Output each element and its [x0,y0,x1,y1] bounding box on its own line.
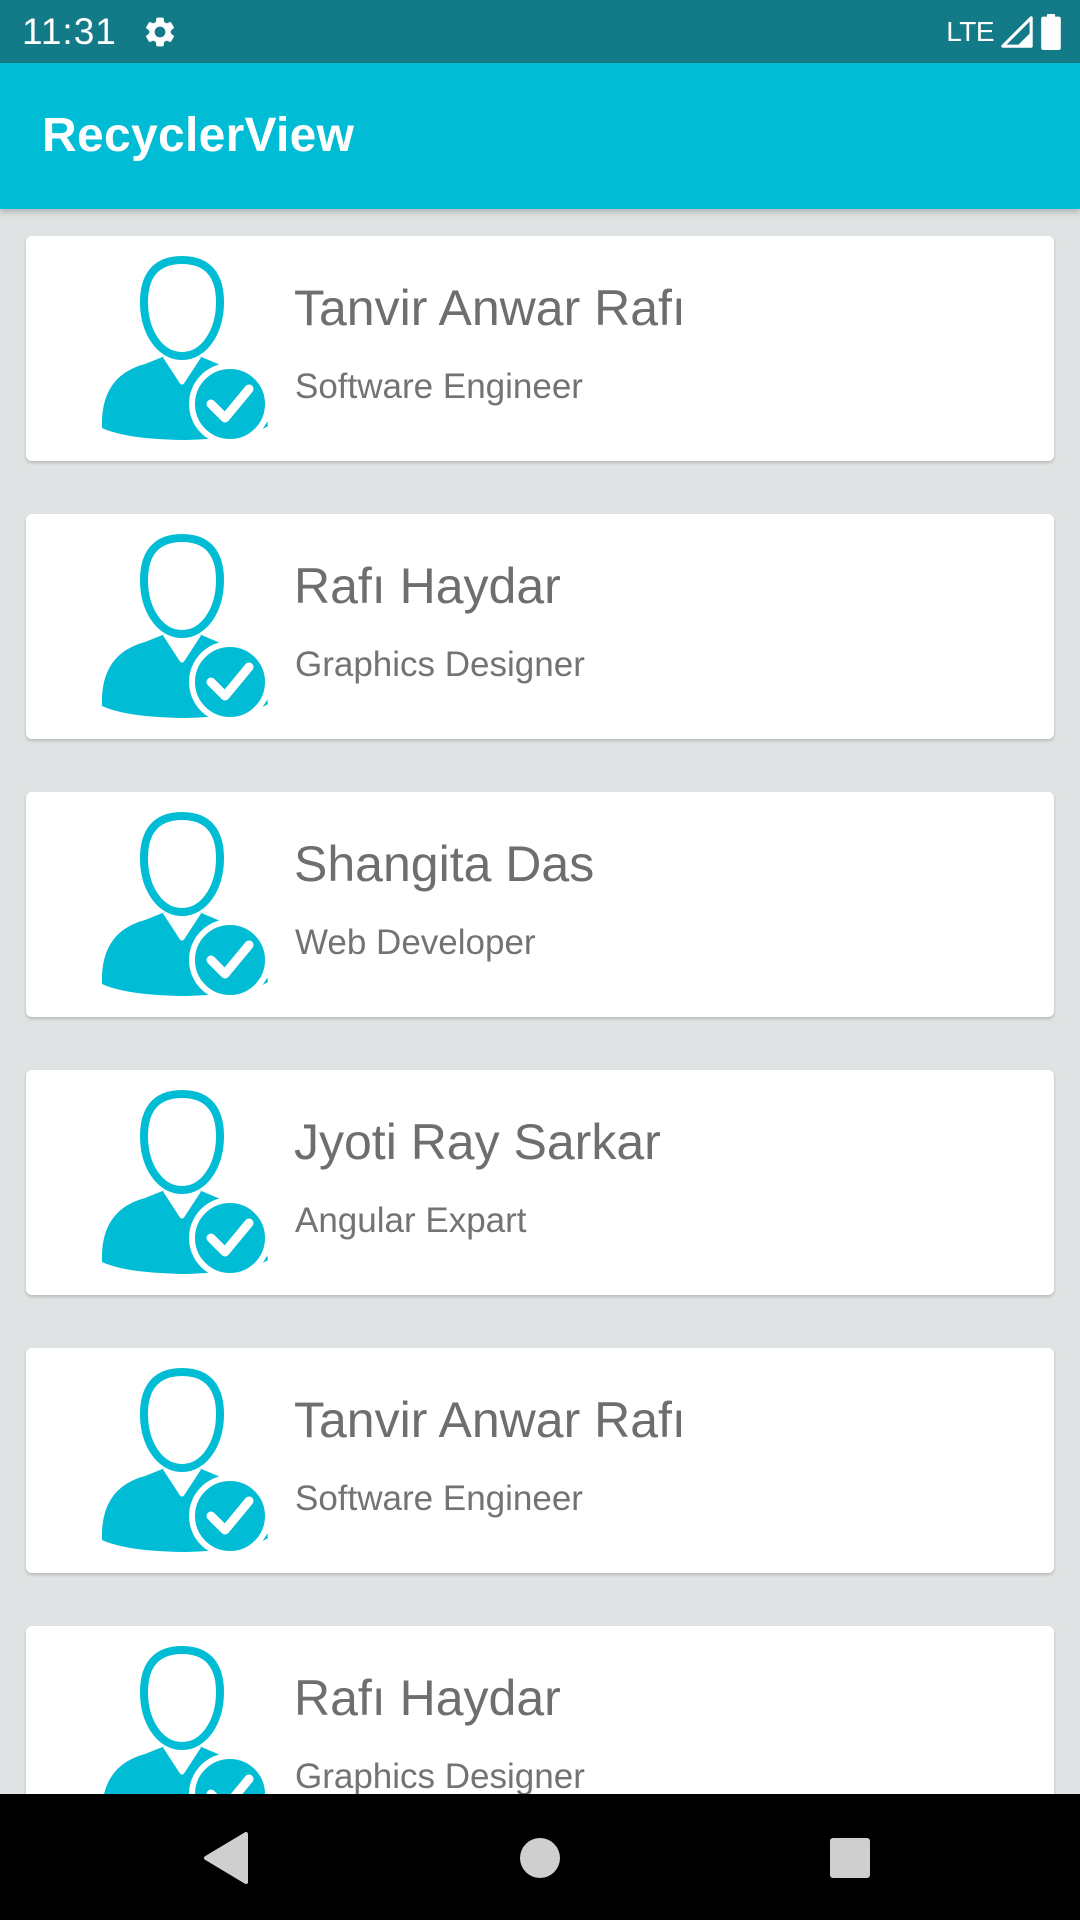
back-icon[interactable] [188,1820,264,1896]
status-time: 11:31 [22,11,117,52]
user-verified-icon [101,812,270,998]
user-verified-icon [101,1368,270,1554]
home-icon[interactable] [502,1820,578,1896]
person-name: Tanvir Anwar Rafı [294,1392,686,1448]
person-role: Software Engineer [295,367,583,406]
person-name: Rafı Haydar [294,558,561,614]
battery-icon [1041,14,1061,50]
recents-icon[interactable] [812,1820,888,1896]
signal-icon [1001,16,1033,48]
person-role: Graphics Designer [295,1757,585,1794]
list-item[interactable]: Rafı Haydar Graphics Designer [26,1626,1054,1794]
list-item[interactable]: Rafı Haydar Graphics Designer [26,514,1054,739]
list-item[interactable]: Jyoti Ray Sarkar Angular Expart [26,1070,1054,1295]
person-name: Rafı Haydar [294,1670,561,1726]
status-indicators: LTE [946,10,1062,54]
person-role: Angular Expart [295,1201,527,1240]
app-title: RecyclerView [42,109,355,162]
person-role: Software Engineer [295,1479,583,1518]
user-verified-icon [104,1646,270,1794]
network-type: LTE [946,16,994,47]
person-role: Graphics Designer [295,645,585,684]
status-bar: 11:31 LTE [0,0,1080,63]
gear-icon [145,17,175,47]
app-bar: RecyclerView [0,63,1080,209]
person-name: Shangita Das [294,836,595,892]
person-name: Tanvir Anwar Rafı [294,280,686,336]
person-role: Web Developer [295,923,536,962]
user-verified-icon [101,1090,270,1276]
user-verified-icon [101,534,270,720]
person-name: Jyoti Ray Sarkar [294,1114,661,1170]
recycler-list[interactable]: Tanvir Anwar Rafı Software Engineer Rafı… [0,209,1080,1794]
list-item[interactable]: Tanvir Anwar Rafı Software Engineer [26,236,1054,461]
navigation-bar [0,1794,1080,1920]
list-item[interactable]: Shangita Das Web Developer [26,792,1054,1017]
user-verified-icon [101,256,270,442]
list-item[interactable]: Tanvir Anwar Rafı Software Engineer [26,1348,1054,1573]
